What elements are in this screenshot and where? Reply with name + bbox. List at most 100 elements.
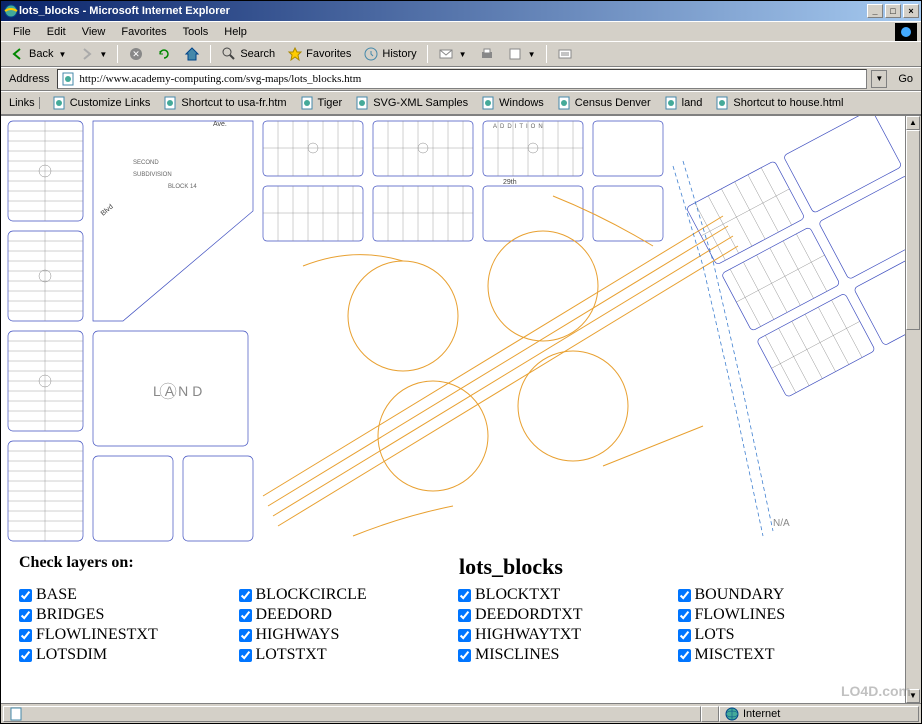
- layer-checkbox-deedord[interactable]: [239, 609, 252, 622]
- zone-label: Internet: [743, 708, 780, 720]
- menu-tools[interactable]: Tools: [175, 24, 217, 40]
- globe-icon: [724, 706, 740, 722]
- stop-button[interactable]: ✕: [123, 43, 149, 65]
- layer-checkbox-lotsdim[interactable]: [19, 649, 32, 662]
- layer-item: BLOCKCIRCLE: [239, 586, 449, 604]
- layer-item: HIGHWAYTXT: [458, 626, 668, 644]
- close-button[interactable]: ×: [903, 4, 919, 18]
- layer-label: MISCLINES: [475, 646, 559, 664]
- layer-checkbox-highwaytxt[interactable]: [458, 629, 471, 642]
- page-icon: [60, 71, 76, 87]
- link-svg-xml[interactable]: SVG-XML Samples: [351, 94, 471, 112]
- link-census[interactable]: Census Denver: [553, 94, 654, 112]
- layer-item: LOTSTXT: [239, 646, 449, 664]
- maximize-button[interactable]: □: [885, 4, 901, 18]
- layer-checkbox-base[interactable]: [19, 589, 32, 602]
- refresh-button[interactable]: [151, 43, 177, 65]
- menu-view[interactable]: View: [74, 24, 114, 40]
- layer-checkbox-blocktxt[interactable]: [458, 589, 471, 602]
- menu-help[interactable]: Help: [216, 24, 255, 40]
- layer-checkbox-bridges[interactable]: [19, 609, 32, 622]
- edit-button[interactable]: ▼: [502, 43, 541, 65]
- refresh-icon: [156, 46, 172, 62]
- layer-label: LOTS: [695, 626, 735, 644]
- statusbar: Internet: [1, 703, 921, 723]
- svg-text:LAND: LAND: [153, 383, 206, 399]
- link-usa-fr[interactable]: Shortcut to usa-fr.htm: [159, 94, 289, 112]
- layer-label: BLOCKCIRCLE: [256, 586, 367, 604]
- menu-edit[interactable]: Edit: [39, 24, 74, 40]
- svg-text:N/A: N/A: [773, 518, 790, 529]
- layer-checkbox-blockcircle[interactable]: [239, 589, 252, 602]
- forward-arrow-icon: [78, 46, 94, 62]
- ie-throbber-icon: [895, 23, 917, 41]
- link-windows[interactable]: Windows: [477, 94, 547, 112]
- layer-item: BOUNDARY: [678, 586, 888, 604]
- layer-checkbox-misctext[interactable]: [678, 649, 691, 662]
- favorites-button[interactable]: Favorites: [282, 43, 356, 65]
- scroll-thumb[interactable]: [906, 130, 920, 330]
- go-label: Go: [898, 73, 913, 85]
- link-tiger[interactable]: Tiger: [296, 94, 346, 112]
- layer-label: BLOCKTXT: [475, 586, 560, 604]
- dropdown-icon: ▼: [99, 50, 107, 59]
- layer-checkbox-lotstxt[interactable]: [239, 649, 252, 662]
- forward-button[interactable]: ▼: [73, 43, 112, 65]
- layer-checkbox-boundary[interactable]: [678, 589, 691, 602]
- address-label: Address: [5, 73, 53, 85]
- minimize-button[interactable]: _: [867, 4, 883, 18]
- address-bar: Address ▼ Go: [1, 67, 921, 91]
- history-button[interactable]: History: [358, 43, 421, 65]
- layer-label: LOTSDIM: [36, 646, 107, 664]
- layers-grid: BASEBLOCKCIRCLEBLOCKTXTBOUNDARYBRIDGESDE…: [19, 586, 887, 664]
- mail-button[interactable]: ▼: [433, 43, 472, 65]
- layer-label: LOTSTXT: [256, 646, 327, 664]
- layer-label: BRIDGES: [36, 606, 104, 624]
- home-button[interactable]: [179, 43, 205, 65]
- status-sep: [701, 706, 719, 722]
- layer-checkbox-highways[interactable]: [239, 629, 252, 642]
- link-house[interactable]: Shortcut to house.html: [711, 94, 846, 112]
- discuss-button[interactable]: [552, 43, 578, 65]
- address-input[interactable]: [79, 73, 864, 85]
- address-dropdown-button[interactable]: ▼: [871, 70, 887, 88]
- scroll-up-button[interactable]: ▲: [906, 116, 920, 130]
- link-customize[interactable]: Customize Links: [48, 94, 154, 112]
- page-icon: [354, 95, 370, 111]
- page-icon: [51, 95, 67, 111]
- svg-map[interactable]: LAND N/A Ave. 29th Blvd SECOND SUBDIVISI…: [1, 116, 905, 546]
- history-icon: [363, 46, 379, 62]
- vertical-scrollbar[interactable]: ▲ ▼: [905, 116, 921, 703]
- back-button[interactable]: Back ▼: [5, 43, 71, 65]
- print-button[interactable]: [474, 43, 500, 65]
- layers-panel: Check layers on: lots_blocks BASEBLOCKCI…: [1, 546, 905, 672]
- favorites-label: Favorites: [306, 48, 351, 60]
- layer-item: FLOWLINESTXT: [19, 626, 229, 644]
- dropdown-icon: ▼: [58, 50, 66, 59]
- menubar: File Edit View Favorites Tools Help: [1, 21, 921, 41]
- layer-label: MISCTEXT: [695, 646, 775, 664]
- history-label: History: [382, 48, 416, 60]
- layer-checkbox-flowlinestxt[interactable]: [19, 629, 32, 642]
- link-land[interactable]: land: [660, 94, 706, 112]
- menu-favorites[interactable]: Favorites: [113, 24, 174, 40]
- edit-icon: [507, 46, 523, 62]
- layer-checkbox-flowlines[interactable]: [678, 609, 691, 622]
- svg-text:Ave.: Ave.: [213, 121, 227, 128]
- layer-checkbox-lots[interactable]: [678, 629, 691, 642]
- menu-file[interactable]: File: [5, 24, 39, 40]
- page-icon: [8, 706, 24, 722]
- layer-label: HIGHWAYS: [256, 626, 340, 644]
- page-icon: [162, 95, 178, 111]
- layer-label: FLOWLINESTXT: [36, 626, 158, 644]
- address-field[interactable]: [57, 69, 867, 89]
- layer-checkbox-deedordtxt[interactable]: [458, 609, 471, 622]
- search-button[interactable]: Search: [216, 43, 280, 65]
- mail-icon: [438, 46, 454, 62]
- status-zone: Internet: [719, 706, 919, 722]
- layer-checkbox-misclines[interactable]: [458, 649, 471, 662]
- page-icon: [299, 95, 315, 111]
- links-label: Links: [5, 97, 40, 109]
- svg-text:SECOND: SECOND: [133, 160, 159, 166]
- go-button[interactable]: Go: [891, 71, 917, 87]
